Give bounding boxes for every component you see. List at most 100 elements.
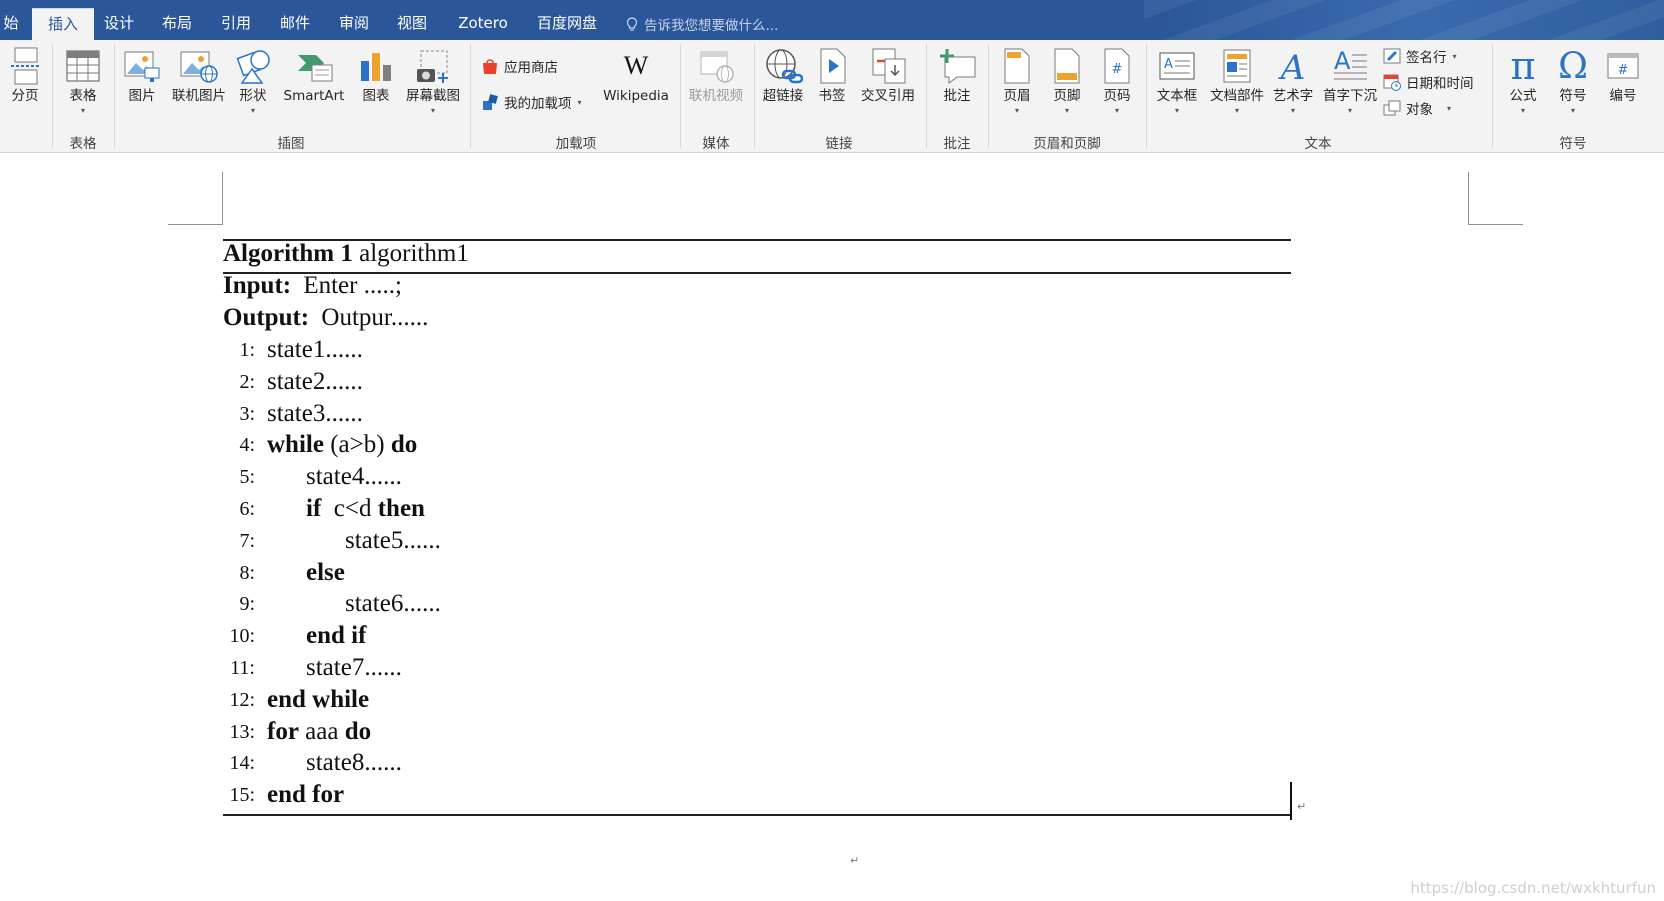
date-time-button[interactable]: 日期和时间 [1382, 72, 1474, 92]
line-number: 7: [239, 529, 255, 552]
tab-design[interactable]: 设计 [98, 8, 140, 40]
paragraph-mark: ↵ [1297, 800, 1307, 813]
comment-icon [940, 49, 976, 84]
group-label-illustrations: 插图 [277, 136, 305, 152]
line-content: state3...... [267, 398, 363, 430]
group-label-addins: 加载项 [555, 136, 597, 152]
my-addins-button[interactable]: 我的加载项 ▾ [480, 92, 582, 112]
chevron-down-icon: ▾ [1290, 106, 1295, 115]
equation-label: 公式 [1509, 88, 1537, 104]
algorithm-input: Input: Enter .....; [223, 270, 402, 302]
paragraph-mark: ↵ [850, 854, 860, 867]
wordart-label: 艺术字 [1272, 88, 1314, 104]
hyperlink-icon [766, 49, 803, 84]
hyperlink-button[interactable]: 超链接 [758, 44, 808, 104]
page-number-button[interactable]: # 页码 ▾ [1094, 44, 1140, 116]
online-picture-button[interactable]: 联机图片 [168, 44, 230, 104]
lightbulb-icon [626, 16, 638, 31]
drop-cap-button[interactable]: A 首字下沉 ▾ [1318, 44, 1382, 116]
text-cursor [1290, 782, 1292, 820]
tell-me-search[interactable]: 告诉我您想要做什么... [626, 13, 778, 35]
store-button[interactable]: 应用商店 [480, 56, 558, 76]
tab-zotero[interactable]: Zotero [452, 8, 514, 40]
svg-text:#: # [1618, 63, 1629, 78]
wordart-button[interactable]: A 艺术字 ▾ [1268, 44, 1318, 116]
svg-text:#: # [1112, 62, 1123, 77]
date-time-label: 日期和时间 [1406, 76, 1474, 92]
object-button[interactable]: 对象 ▾ [1382, 98, 1451, 118]
algorithm-caption-name: algorithm1 [359, 240, 469, 267]
document-canvas[interactable]: Algorithm 1 algorithm1 Input: Enter ....… [0, 154, 1664, 901]
table-label: 表格 [69, 88, 97, 104]
comment-button[interactable]: 批注 [932, 44, 982, 104]
header-button[interactable]: 页眉 ▾ [994, 44, 1040, 116]
statement-text: state4...... [306, 463, 402, 491]
tab-baidu-netdisk[interactable]: 百度网盘 [532, 8, 602, 40]
shapes-button[interactable]: 形状 ▾ [232, 44, 274, 116]
screenshot-button[interactable]: 屏幕截图 ▾ [402, 44, 464, 116]
line-number: 1: [239, 339, 255, 361]
crop-mark-left-vertical [222, 172, 223, 225]
watermark: https://blog.csdn.net/wxkhturfun [1410, 879, 1656, 897]
signature-line-label: 签名行 [1406, 50, 1447, 66]
wordart-icon: A [1278, 48, 1306, 85]
line-content: end if [306, 620, 366, 652]
tell-me-placeholder: 告诉我您想要做什么... [644, 18, 779, 34]
keyword: if [306, 495, 322, 522]
textbox-button[interactable]: A 文本框 ▾ [1150, 44, 1204, 116]
tab-home[interactable]: 始 [0, 8, 22, 40]
line-number: 10: [229, 625, 255, 648]
omega-icon: Ω [1558, 45, 1588, 87]
keyword: for [267, 717, 299, 745]
table-button[interactable]: 表格 ▾ [58, 44, 108, 116]
wikipedia-label: Wikipedia [603, 88, 669, 104]
output-value: Outpur...... [321, 304, 429, 331]
picture-label: 图片 [128, 88, 156, 104]
chart-button[interactable]: 图表 [352, 44, 400, 104]
numbering-button[interactable]: # 编号 [1598, 44, 1648, 104]
bookmark-label: 书签 [818, 88, 846, 104]
wikipedia-button[interactable]: W Wikipedia [594, 44, 678, 104]
quick-parts-button[interactable]: 文档部件 ▾ [1206, 44, 1268, 116]
numbering-icon: # [1607, 53, 1639, 79]
tab-mailings[interactable]: 邮件 [274, 8, 316, 40]
cross-reference-button[interactable]: 交叉引用 [856, 44, 920, 104]
tab-insert[interactable]: 插入 [32, 8, 94, 40]
chevron-down-icon: ▾ [1520, 106, 1525, 115]
footer-button[interactable]: 页脚 ▾ [1044, 44, 1090, 116]
line-number: 4: [239, 434, 255, 457]
cross-reference-label: 交叉引用 [861, 88, 915, 104]
page-break-button[interactable]: 分页 [4, 44, 46, 104]
statement-text: (a>b) [323, 431, 391, 459]
online-video-button[interactable]: 联机视频 [684, 44, 748, 104]
online-picture-icon [180, 51, 218, 83]
comment-label: 批注 [943, 88, 971, 104]
chevron-down-icon: ▾ [1234, 106, 1239, 115]
tab-review[interactable]: 审阅 [333, 8, 375, 40]
object-label: 对象 [1406, 102, 1433, 118]
tab-references[interactable]: 引用 [215, 8, 257, 40]
output-label: Output: [223, 304, 310, 331]
numbering-label: 编号 [1609, 88, 1637, 104]
page-break-icon [11, 47, 39, 85]
chevron-down-icon: ▾ [577, 97, 582, 107]
page-break-label: 分页 [11, 88, 39, 104]
screenshot-label: 屏幕截图 [406, 88, 460, 104]
statement-text: aaa [298, 717, 345, 745]
bookmark-button[interactable]: 书签 [812, 44, 852, 104]
symbol-button[interactable]: Ω 符号 ▾ [1548, 44, 1598, 116]
shapes-icon [236, 50, 270, 84]
equation-button[interactable]: π 公式 ▾ [1498, 44, 1548, 116]
tab-layout[interactable]: 布局 [156, 8, 198, 40]
picture-button[interactable]: 图片 [118, 44, 166, 104]
tab-view[interactable]: 视图 [391, 8, 433, 40]
signature-line-button[interactable]: 签名行 ▾ [1382, 46, 1457, 66]
symbol-label: 符号 [1559, 88, 1587, 104]
line-number: 12: [229, 688, 255, 711]
input-label: Input: [223, 272, 292, 299]
chevron-down-icon: ▾ [1347, 106, 1352, 115]
group-label-text: 文本 [1304, 136, 1332, 152]
group-label-media: 媒体 [702, 136, 730, 152]
smartart-button[interactable]: SmartArt [280, 44, 348, 104]
bookmark-icon [820, 48, 846, 84]
